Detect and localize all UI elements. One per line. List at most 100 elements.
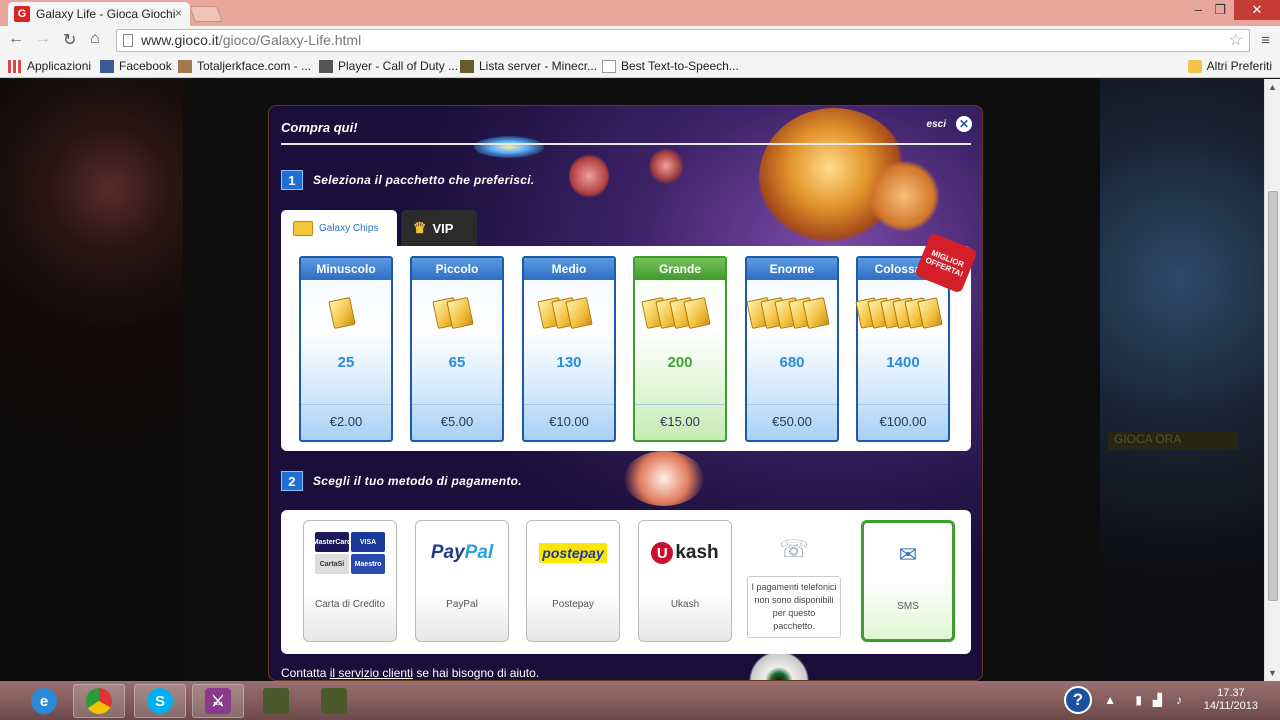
menu-icon[interactable]: ≡ xyxy=(1261,32,1270,49)
other-bookmarks-label: Altri Preferiti xyxy=(1206,59,1272,73)
postepay-logo: postepay xyxy=(527,533,619,573)
package-amount: 200 xyxy=(667,354,693,371)
package-card-grande[interactable]: Grande 200 €15.00 xyxy=(633,256,727,442)
taskbar-minecraft[interactable] xyxy=(250,684,302,718)
url-path: /gioco/Galaxy-Life.html xyxy=(218,32,362,48)
bookmark-totaljerkface[interactable]: Totaljerkface.com - ... xyxy=(178,59,311,73)
package-amount: 130 xyxy=(556,354,582,371)
package-name: Piccolo xyxy=(412,258,502,280)
modal-title: Compra qui! xyxy=(281,120,358,135)
play-button[interactable]: GIOCA ORA xyxy=(1108,432,1238,450)
apps-icon xyxy=(8,59,22,73)
purchase-modal: Compra qui! esci ✕ 1 Seleziona il pacche… xyxy=(268,105,983,681)
bookmark-apps[interactable]: Applicazioni xyxy=(8,59,91,73)
modal-close-icon[interactable]: ✕ xyxy=(956,116,972,132)
bookmark-facebook[interactable]: Facebook xyxy=(100,59,172,73)
payment-credit-card[interactable]: MasterCard VISA CartaSi Maestro Carta di… xyxy=(303,520,397,642)
favicon-icon: G xyxy=(14,6,30,22)
tab-galaxy-chips[interactable]: Galaxy Chips xyxy=(281,210,397,246)
phone-unavailable-note: I pagamenti telefonici non sono disponib… xyxy=(747,576,841,638)
page-viewport: GIOCA ORA Compra qui! esci ✕ 1 Seleziona… xyxy=(0,79,1264,681)
payment-sms[interactable]: ✉ SMS xyxy=(861,520,955,642)
taskbar-ie[interactable]: e xyxy=(18,684,70,718)
bookmark-tts[interactable]: Best Text-to-Speech... xyxy=(602,59,739,73)
taskbar-skype[interactable]: S xyxy=(134,684,186,718)
internet-explorer-icon: e xyxy=(31,688,57,714)
payment-ukash[interactable]: Ukash Ukash xyxy=(638,520,732,642)
payment-postepay[interactable]: postepay Postepay xyxy=(526,520,620,642)
facebook-icon xyxy=(100,59,114,73)
package-amount: 680 xyxy=(779,354,805,371)
bookmarks-bar: Applicazioni Facebook Totaljerkface.com … xyxy=(0,54,1280,78)
network-icon[interactable]: ▟ xyxy=(1153,693,1162,707)
creature-illustration xyxy=(624,451,704,506)
home-icon[interactable]: ⌂ xyxy=(90,30,100,48)
packages-panel: Minuscolo 25 €2.00 Piccolo 65 €5.00 Medi… xyxy=(281,232,978,549)
visa-logo: VISA xyxy=(351,532,385,552)
chips-icon xyxy=(855,290,943,336)
bookmark-minecraft[interactable]: Lista server - Minecr... xyxy=(460,59,597,73)
cartasi-logo: CartaSi xyxy=(315,554,349,574)
tab-label: Galaxy Chips xyxy=(319,222,379,234)
scroll-up-icon[interactable]: ▲ xyxy=(1268,82,1277,92)
package-card-enorme[interactable]: Enorme 680 €50.00 xyxy=(745,256,839,442)
url-text: www.gioco.it/gioco/Galaxy-Life.html xyxy=(141,32,361,48)
credit-card-logos: MasterCard VISA CartaSi Maestro xyxy=(304,532,396,574)
step-text: Seleziona il pacchetto che preferisci. xyxy=(313,173,535,187)
divider xyxy=(281,143,971,145)
window-close-icon[interactable]: ✕ xyxy=(1234,0,1280,20)
package-card-medio[interactable]: Medio 130 €10.00 xyxy=(522,256,616,442)
taskbar-game[interactable]: ⚔ xyxy=(192,684,244,718)
package-card-piccolo[interactable]: Piccolo 65 €5.00 xyxy=(410,256,504,442)
package-name: Grande xyxy=(635,258,725,280)
bookmark-star-icon[interactable]: ☆ xyxy=(1229,30,1243,51)
maximize-icon[interactable]: ❐ xyxy=(1214,2,1226,18)
scroll-down-icon[interactable]: ▼ xyxy=(1268,668,1277,678)
show-hidden-icons-icon[interactable]: ▲ xyxy=(1104,693,1116,707)
step-number: 2 xyxy=(281,471,303,491)
battery-icon[interactable]: ▮ xyxy=(1135,693,1142,707)
package-price: €15.00 xyxy=(635,404,725,440)
background-art-right: GIOCA ORA xyxy=(1100,79,1264,681)
sms-icon: ✉ xyxy=(898,542,918,567)
payment-phone-disabled: ☏ I pagamenti telefonici non sono dispon… xyxy=(747,520,841,642)
minecraft-icon xyxy=(321,688,347,714)
new-tab-button[interactable] xyxy=(189,6,223,22)
browser-tab[interactable]: G Galaxy Life - Gioca Giochi × xyxy=(8,2,190,26)
payment-paypal[interactable]: PayPal PayPal xyxy=(415,520,509,642)
tab-vip[interactable]: ♛ VIP xyxy=(401,210,477,246)
footer-text: se hai bisogno di aiuto. xyxy=(413,666,540,680)
back-icon[interactable]: ← xyxy=(8,30,24,48)
vertical-scrollbar[interactable]: ▲ ▼ xyxy=(1264,79,1280,681)
payment-label: Ukash xyxy=(670,599,700,610)
scroll-thumb[interactable] xyxy=(1268,191,1278,601)
forward-icon[interactable]: → xyxy=(35,30,51,48)
url-domain: www.gioco.it xyxy=(141,32,219,48)
minimize-icon[interactable]: – xyxy=(1195,2,1202,17)
tab-close-icon[interactable]: × xyxy=(175,6,182,20)
other-bookmarks[interactable]: Altri Preferiti xyxy=(1187,59,1272,73)
address-bar[interactable]: www.gioco.it/gioco/Galaxy-Life.html ☆ xyxy=(116,29,1250,52)
taskbar-minecraft-2[interactable] xyxy=(308,684,360,718)
package-card-minuscolo[interactable]: Minuscolo 25 €2.00 xyxy=(299,256,393,442)
chrome-icon xyxy=(86,688,112,714)
step-1: 1 Seleziona il pacchetto che preferisci. xyxy=(281,170,534,190)
bookmark-callofduty[interactable]: Player - Call of Duty ... xyxy=(319,59,458,73)
phone-icon: ☏ xyxy=(778,535,809,563)
payment-label: Postepay xyxy=(552,599,594,610)
paypal-logo-b: Pal xyxy=(464,542,494,563)
exit-label[interactable]: esci xyxy=(927,119,946,130)
background-art-left xyxy=(0,79,183,681)
package-price: €10.00 xyxy=(524,404,614,440)
chips-icon xyxy=(532,290,606,336)
taskbar-chrome[interactable] xyxy=(73,684,125,718)
help-icon[interactable]: ? xyxy=(1064,686,1092,714)
clock[interactable]: 17.37 14/11/2013 xyxy=(1204,687,1258,713)
tab-label: VIP xyxy=(432,220,454,236)
customer-service-link[interactable]: il servizio clienti xyxy=(330,666,413,680)
reload-icon[interactable]: ↻ xyxy=(63,30,76,50)
volume-icon[interactable]: ♪ xyxy=(1176,693,1182,707)
paypal-logo-a: Pay xyxy=(430,542,465,563)
minecraft-icon xyxy=(263,688,289,714)
package-amount: 65 xyxy=(448,354,466,371)
